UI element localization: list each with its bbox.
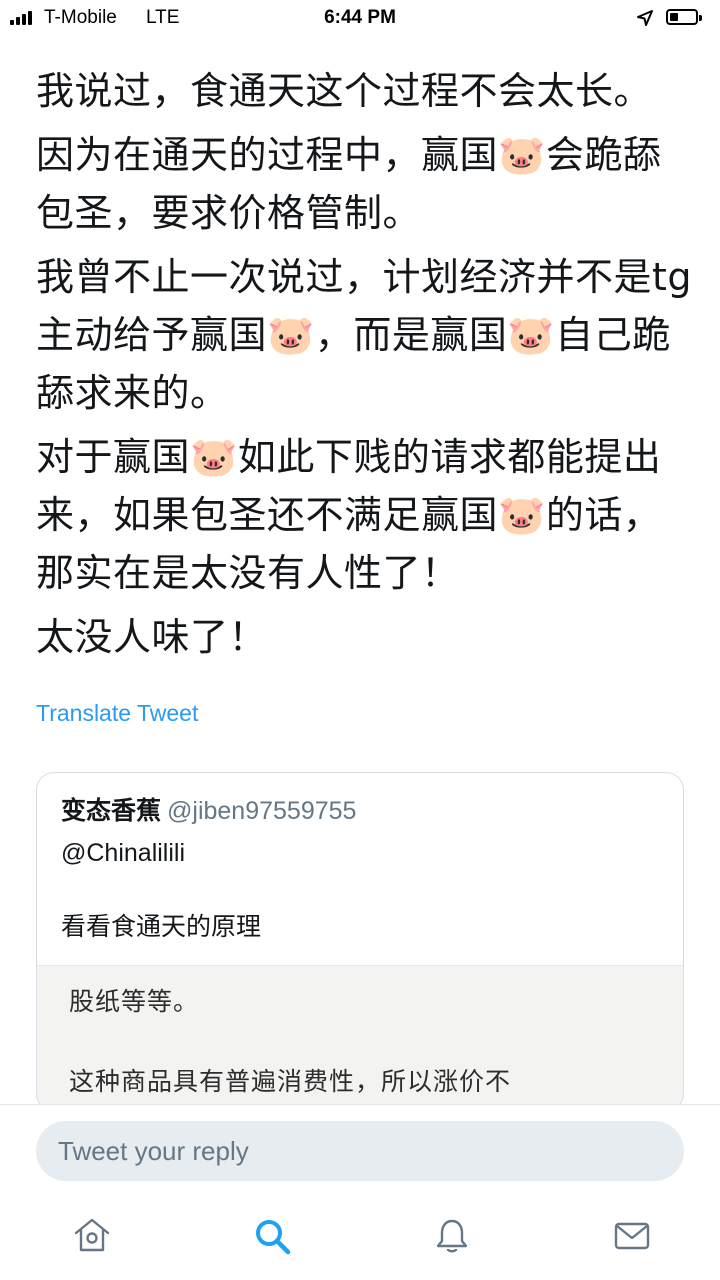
tweet-paragraph: 因为在通天的过程中，赢国🐷会跪舔包圣，要求价格管制。: [36, 133, 662, 235]
location-arrow-icon: [636, 9, 654, 33]
clock: 6:44 PM: [324, 7, 396, 28]
quoted-author-handle: @jiben97559755: [167, 797, 357, 825]
battery-cap: [699, 15, 702, 21]
tweet-paragraph: 太没人味了！: [36, 615, 268, 659]
battery-icon: [666, 9, 698, 25]
translate-tweet-link[interactable]: Translate Tweet: [36, 700, 198, 727]
search-icon[interactable]: [252, 1216, 292, 1256]
quoted-tweet-image[interactable]: 股纸等等。 这种商品具有普遍消费性，所以涨价不: [37, 965, 683, 1111]
quoted-author-name: 变态香蕉: [61, 796, 162, 825]
image-text-line: 股纸等等。: [69, 987, 200, 1016]
reply-bar: Tweet your reply: [0, 1104, 720, 1183]
quoted-tweet-text: 看看食通天的原理: [61, 912, 262, 941]
notifications-icon[interactable]: [432, 1216, 472, 1256]
messages-icon[interactable]: [612, 1216, 652, 1256]
home-icon[interactable]: [72, 1216, 112, 1256]
tweet-paragraph: 我曾不止一次说过，计划经济并不是tg主动给予赢国🐷，而是赢国🐷自己跪舔求来的。: [36, 255, 693, 415]
quoted-tweet-card[interactable]: 变态香蕉 @jiben97559755 @Chinalilili 看看食通天的原理…: [36, 772, 684, 1112]
bottom-tab-bar: [0, 1182, 720, 1280]
status-bar: T-Mobile LTE 6:44 PM: [0, 0, 720, 36]
quoted-tweet-header: 变态香蕉 @jiben97559755: [61, 791, 356, 827]
image-text-line: 这种商品具有普遍消费性，所以涨价不: [69, 1067, 512, 1096]
tweet-paragraph: 我说过，食通天这个过程不会太长。: [36, 69, 653, 113]
reply-input[interactable]: Tweet your reply: [36, 1121, 684, 1181]
quoted-tweet-mention[interactable]: @Chinalilili: [61, 839, 185, 868]
tweet-paragraph: 对于赢国🐷如此下贱的请求都能提出来，如果包圣还不满足赢国🐷的话，那实在是太没有人…: [36, 435, 662, 595]
tweet-text: 我说过，食通天这个过程不会太长。 因为在通天的过程中，赢国🐷会跪舔包圣，要求价格…: [36, 62, 696, 672]
